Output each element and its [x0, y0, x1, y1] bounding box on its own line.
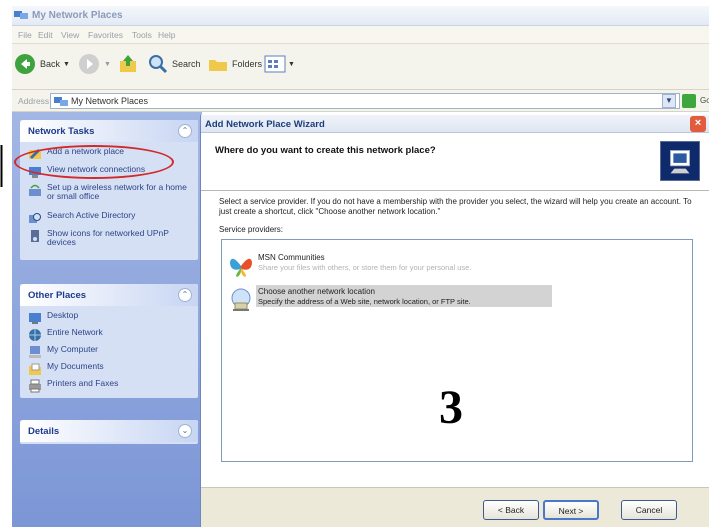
- place-desktop[interactable]: Desktop: [28, 311, 78, 327]
- menu-help[interactable]: Help: [158, 30, 175, 40]
- place-entire-network[interactable]: Entire Network: [28, 328, 103, 344]
- menu-file[interactable]: File: [18, 30, 32, 40]
- explorer-window: My Network Places File Edit View Favorit…: [0, 0, 709, 527]
- go-label[interactable]: Go: [700, 96, 709, 105]
- my-documents-icon: [29, 363, 41, 375]
- menu-bar: File Edit View Favorites Tools Help: [12, 26, 709, 44]
- place-my-documents[interactable]: My Documents: [28, 362, 104, 378]
- wizard-title-bar: Add Network Place Wizard ×: [201, 115, 709, 133]
- wizard-title: Add Network Place Wizard: [205, 119, 325, 130]
- wizard-header: Where do you want to create this network…: [201, 133, 709, 191]
- provider-another-location[interactable]: Choose another network location Specify …: [228, 284, 688, 314]
- wizard-body: Select a service provider. If you do not…: [201, 191, 709, 527]
- up-folder-icon: [120, 55, 136, 72]
- wizard-question: Where do you want to create this network…: [215, 145, 436, 156]
- window-title: My Network Places: [32, 10, 123, 21]
- back-arrow-icon: [15, 54, 35, 74]
- go-arrow-icon[interactable]: [682, 94, 696, 108]
- wizard-description: Select a service provider. If you do not…: [219, 197, 692, 216]
- search-icon: [149, 55, 168, 74]
- toolbar: Back ▼ ▼ Search Folders ▼: [12, 44, 709, 90]
- place-my-computer[interactable]: My Computer: [28, 345, 98, 361]
- place-printers-faxes[interactable]: Printers and Faxes: [28, 379, 118, 395]
- cancel-button[interactable]: Cancel: [621, 500, 677, 520]
- network-location-icon: [231, 288, 251, 311]
- network-places-icon: [54, 97, 68, 106]
- other-places-panel: Other Places ⌃ Desktop Entire Network My…: [20, 284, 198, 398]
- views-dropdown-icon[interactable]: ▼: [288, 61, 295, 68]
- provider-desc: Specify the address of a Web site, netwo…: [258, 297, 471, 306]
- address-value: My Network Places: [71, 96, 149, 106]
- msn-butterfly-icon: [230, 258, 252, 277]
- search-directory-icon: [29, 213, 41, 223]
- provider-desc: Share your files with others, or store t…: [258, 263, 472, 272]
- network-tasks-header[interactable]: Network Tasks ⌃: [20, 120, 198, 142]
- network-tasks-panel: Network Tasks ⌃ Add a network place View…: [20, 120, 198, 260]
- provider-name: Choose another network location: [258, 287, 375, 296]
- back-dropdown-icon[interactable]: ▼: [63, 61, 70, 68]
- annotation-mark: [0, 145, 3, 187]
- forward-dropdown-icon[interactable]: ▼: [104, 61, 111, 68]
- entire-network-icon: [29, 329, 41, 341]
- address-bar: Address My Network Places ▼ Go: [12, 90, 709, 112]
- folders-button[interactable]: Folders: [208, 52, 262, 76]
- provider-name: MSN Communities: [258, 253, 325, 262]
- back-button[interactable]: Back ▼: [14, 52, 70, 76]
- upnp-devices-icon: [31, 230, 39, 242]
- collapse-chevron-icon[interactable]: ⌃: [178, 124, 192, 138]
- task-search-active-directory[interactable]: Search Active Directory: [28, 211, 135, 227]
- highlight-oval: [14, 145, 174, 179]
- printer-icon: [29, 379, 41, 393]
- menu-tools[interactable]: Tools: [132, 30, 152, 40]
- forward-arrow-icon: [79, 54, 99, 74]
- next-button[interactable]: Next >: [543, 500, 599, 520]
- views-icon: [264, 55, 286, 73]
- folders-icon: [209, 60, 227, 71]
- title-bar: My Network Places: [12, 6, 709, 26]
- details-panel: Details ⌄: [20, 420, 198, 444]
- network-places-icon: [14, 11, 28, 19]
- back-button[interactable]: < Back: [483, 500, 539, 520]
- close-icon[interactable]: ×: [690, 116, 706, 132]
- add-network-place-wizard: Add Network Place Wizard × Where do you …: [200, 115, 709, 527]
- forward-button[interactable]: ▼: [78, 52, 111, 76]
- menu-favorites[interactable]: Favorites: [88, 30, 123, 40]
- other-places-header[interactable]: Other Places ⌃: [20, 284, 198, 306]
- address-dropdown-icon[interactable]: ▼: [662, 94, 676, 108]
- desktop-icon: [29, 313, 41, 324]
- up-folder-button[interactable]: [118, 52, 138, 76]
- menu-edit[interactable]: Edit: [38, 30, 53, 40]
- my-computer-icon: [29, 346, 41, 358]
- service-providers-list[interactable]: MSN Communities Share your files with ot…: [221, 239, 693, 462]
- wizard-footer: < Back Next > Cancel: [201, 487, 709, 527]
- views-button[interactable]: ▼: [264, 52, 295, 76]
- details-header[interactable]: Details ⌄: [20, 420, 198, 442]
- collapse-chevron-icon[interactable]: ⌃: [178, 288, 192, 302]
- provider-msn-communities[interactable]: MSN Communities Share your files with ot…: [228, 250, 688, 280]
- wireless-network-icon: [29, 184, 41, 196]
- search-button[interactable]: Search: [148, 52, 201, 76]
- task-setup-wireless[interactable]: Set up a wireless network for a home or …: [28, 183, 196, 205]
- step-number: 3: [439, 381, 463, 434]
- service-providers-label: Service providers:: [219, 225, 284, 234]
- address-field[interactable]: My Network Places: [50, 93, 680, 109]
- task-show-upnp-icons[interactable]: Show icons for networked UPnP devices: [28, 229, 196, 251]
- menu-view[interactable]: View: [61, 30, 79, 40]
- address-label: Address: [18, 96, 50, 106]
- network-place-wizard-icon: [660, 141, 700, 181]
- expand-chevron-icon[interactable]: ⌄: [178, 424, 192, 438]
